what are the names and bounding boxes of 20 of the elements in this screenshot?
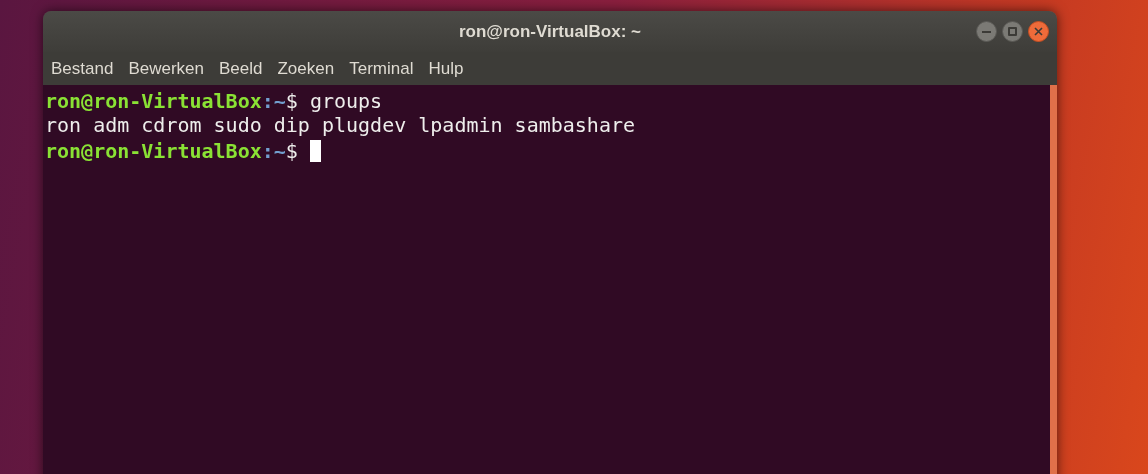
menu-item[interactable]: Beeld	[219, 55, 263, 82]
prompt-path: :~	[261, 137, 286, 165]
close-button[interactable]	[1028, 21, 1049, 42]
menu-item[interactable]: Bewerken	[128, 55, 204, 82]
menu-item[interactable]: Bestand	[51, 55, 114, 82]
prompt-symbol: $	[285, 137, 298, 165]
window-title: ron@ron-VirtualBox: ~	[459, 20, 641, 43]
command-text: groups	[309, 87, 383, 115]
prompt-user-host: ron@ron-VirtualBox	[45, 87, 262, 115]
output-text: ron adm cdrom sudo dip plugdev lpadmin sambashare	[45, 113, 635, 138]
prompt-symbol: $	[285, 87, 298, 115]
prompt-path: :~	[261, 87, 286, 115]
minimize-button[interactable]	[976, 21, 997, 42]
maximize-button[interactable]	[1002, 21, 1023, 42]
menu-item[interactable]: Terminal	[349, 55, 414, 82]
scrollbar[interactable]	[1050, 85, 1057, 474]
menu-item[interactable]: Zoeken	[277, 55, 335, 82]
prompt-user-host: ron@ron-VirtualBox	[45, 137, 262, 165]
close-icon	[1034, 27, 1043, 36]
menu-item[interactable]: Hulp	[428, 55, 464, 82]
